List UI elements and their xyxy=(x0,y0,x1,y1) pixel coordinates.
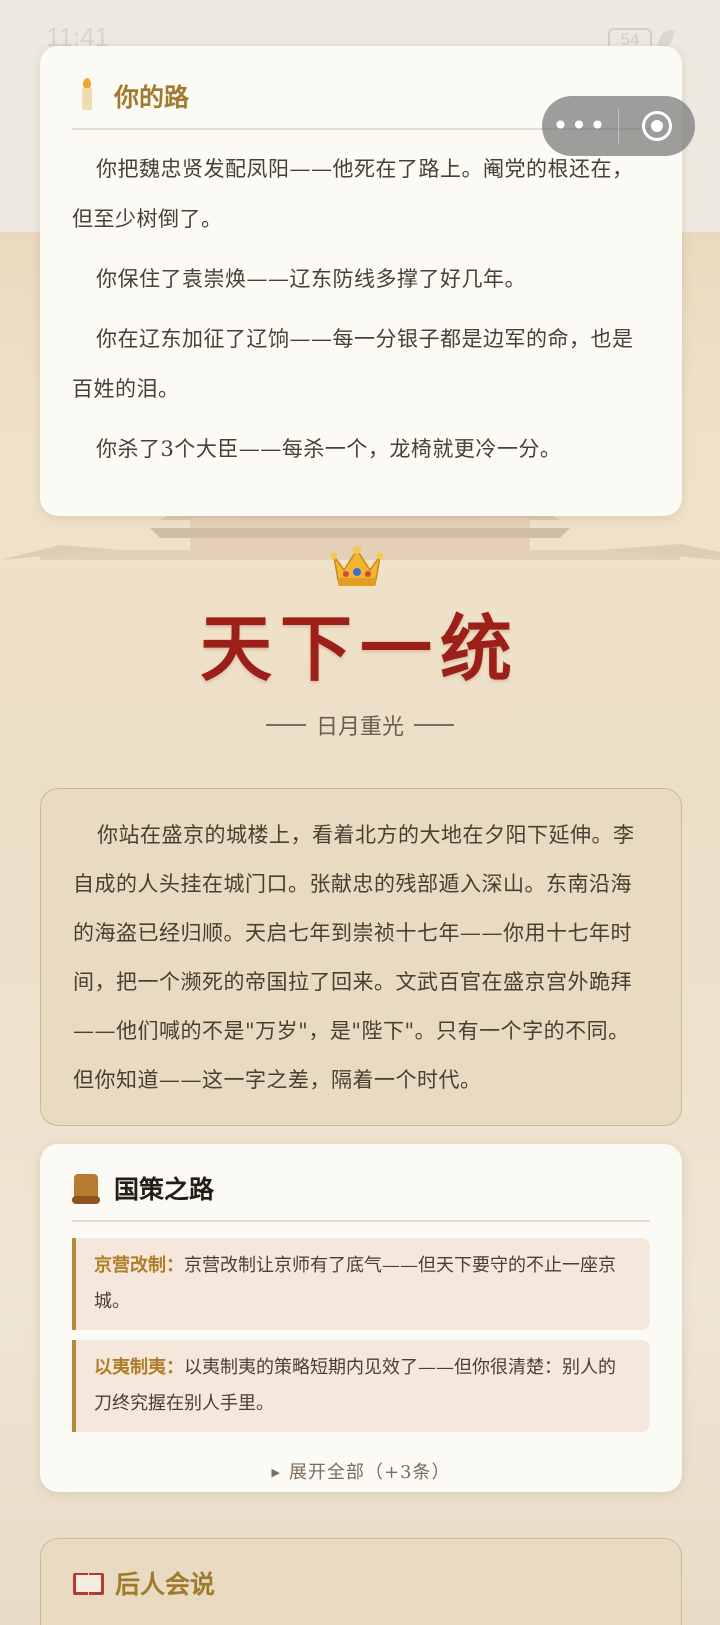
policy-item: 京营改制：京营改制让京师有了底气——但天下要守的不止一座京城。 xyxy=(72,1237,650,1330)
crown-icon xyxy=(330,546,384,586)
policy-tag: 京营改制： xyxy=(94,1254,184,1276)
policy-card: 国策之路 京营改制：京营改制让京师有了底气——但天下要守的不止一座京城。 以夷制… xyxy=(40,1144,682,1492)
ending-subtitle: 日月重光 xyxy=(315,715,404,740)
policy-item: 以夷制夷：以夷制夷的策略短期内见效了——但你很清楚：别人的刀终究握在别人手里。 xyxy=(72,1339,650,1432)
policy-header: 国策之路 xyxy=(72,1166,650,1210)
more-dots-icon: ••• xyxy=(552,109,608,142)
ending-subtitle-row: 日月重光 xyxy=(0,709,720,741)
subtitle-line-left xyxy=(265,724,306,726)
candle-icon xyxy=(72,78,102,114)
policy-tag: 以夷制夷： xyxy=(94,1356,184,1378)
divider xyxy=(72,1220,650,1222)
narrative-text: 你站在盛京的城楼上，看着北方的大地在夕阳下延伸。李自成的人头挂在城门口。张献忠的… xyxy=(73,823,635,1092)
triangle-right-icon: ▶ xyxy=(271,1465,281,1479)
close-button[interactable] xyxy=(619,96,695,156)
path-paragraph: 你在辽东加征了辽饷——每一分银子都是边军的命，也是百姓的泪。 xyxy=(72,326,634,401)
your-path-title: 你的路 xyxy=(114,83,190,112)
ending-title: 天下一统 xyxy=(199,607,520,691)
target-circle-icon xyxy=(642,111,672,141)
path-paragraph: 你把魏忠贤发配凤阳——他死在了路上。阉党的根还在，但至少树倒了。 xyxy=(72,156,634,231)
path-paragraph: 你杀了3个大臣——每杀一个，龙椅就更冷一分。 xyxy=(96,436,562,461)
more-button[interactable]: ••• xyxy=(542,96,618,156)
mini-program-capsule: ••• xyxy=(542,96,695,156)
subtitle-line-right xyxy=(414,724,454,726)
narrative-card: 你站在盛京的城楼上，看着北方的大地在夕阳下延伸。李自成的人头挂在城门口。张献忠的… xyxy=(40,788,682,1126)
later-title: 后人会说 xyxy=(115,1570,216,1599)
later-generations-card: 后人会说 xyxy=(40,1538,682,1625)
expand-label: 展开全部（+3条） xyxy=(288,1461,451,1483)
scroll-icon xyxy=(72,1170,102,1206)
book-icon xyxy=(73,1565,104,1601)
policy-title: 国策之路 xyxy=(114,1175,215,1204)
expand-all-button[interactable]: ▶ 展开全部（+3条） xyxy=(72,1458,650,1484)
later-header: 后人会说 xyxy=(73,1561,649,1605)
path-paragraph: 你保住了袁崇焕——辽东防线多撑了好几年。 xyxy=(96,266,526,291)
